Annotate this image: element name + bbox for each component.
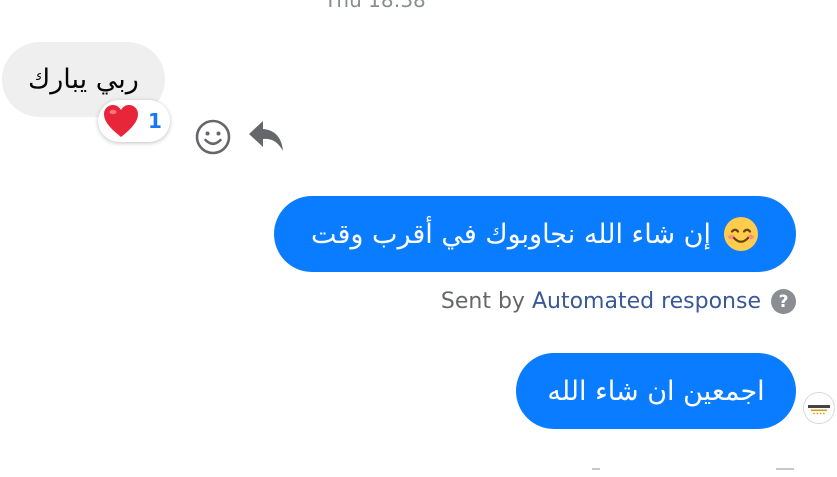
reaction-count: 1 [148,109,162,133]
sent-by-note: Sent by Automated response [441,289,761,314]
outgoing-message-text: اجمعين ان شاء الله [547,375,765,407]
smiling-face-icon [723,216,759,252]
chat-thread: Thu 18:38 ربي يبارك 1 إن شاء الله نجاوبو… [0,0,837,477]
cropped-glyph [592,462,600,470]
incoming-message-text: ربي يبارك [28,64,139,95]
help-icon[interactable]: ? [771,289,796,314]
reaction-badge[interactable]: 1 [98,100,170,142]
sent-by-prefix: Sent by [440,289,532,314]
page-avatar[interactable] [803,392,835,424]
outgoing-message-bubble[interactable]: إن شاء الله نجاوبوك في أقرب وقت [274,196,796,272]
message-timestamp: Thu 18:38 [324,0,426,12]
heart-icon [102,102,140,140]
react-smile-icon[interactable] [194,118,232,156]
cropped-glyph [776,462,794,470]
sent-by-source: Automated response [531,289,761,314]
outgoing-message-text: إن شاء الله نجاوبوك في أقرب وقت [310,218,712,250]
outgoing-message-bubble[interactable]: اجمعين ان شاء الله [516,353,796,429]
reply-arrow-icon[interactable] [246,117,286,157]
